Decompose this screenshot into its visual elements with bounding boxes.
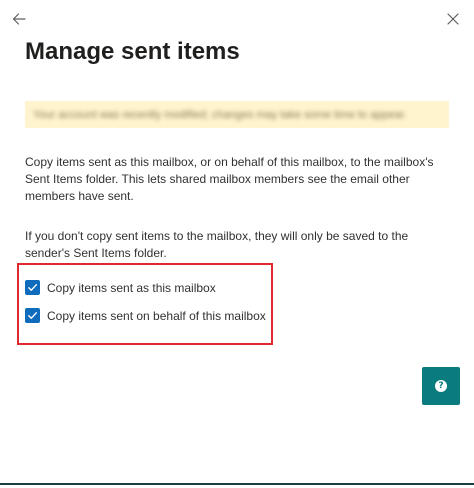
close-button[interactable] xyxy=(440,6,466,32)
notice-text: Your account was recently modified; chan… xyxy=(33,108,407,121)
help-button[interactable]: ? xyxy=(422,367,460,405)
description-paragraph: Copy items sent as this mailbox, or on b… xyxy=(25,155,434,203)
page-title: Manage sent items xyxy=(25,38,240,65)
bottom-divider xyxy=(0,483,474,485)
checkmark-icon xyxy=(28,284,37,291)
copy-sent-as-label: Copy items sent as this mailbox xyxy=(47,280,216,295)
close-icon xyxy=(447,13,459,25)
notice-bar: Your account was recently modified; chan… xyxy=(25,101,449,128)
copy-sent-on-behalf-checkbox[interactable] xyxy=(25,308,40,323)
copy-sent-on-behalf-label: Copy items sent on behalf of this mailbo… xyxy=(47,308,266,323)
question-circle-icon: ? xyxy=(435,380,447,392)
description-note: If you don't copy sent items to the mail… xyxy=(25,229,409,260)
panel-header xyxy=(0,0,474,36)
copy-sent-as-checkbox[interactable] xyxy=(25,280,40,295)
back-button[interactable] xyxy=(6,6,32,32)
checkmark-icon xyxy=(28,312,37,319)
arrow-left-icon xyxy=(12,13,26,25)
highlight-annotation xyxy=(17,263,273,345)
copy-sent-on-behalf-option[interactable]: Copy items sent on behalf of this mailbo… xyxy=(25,308,266,323)
copy-sent-as-option[interactable]: Copy items sent as this mailbox xyxy=(25,280,216,295)
